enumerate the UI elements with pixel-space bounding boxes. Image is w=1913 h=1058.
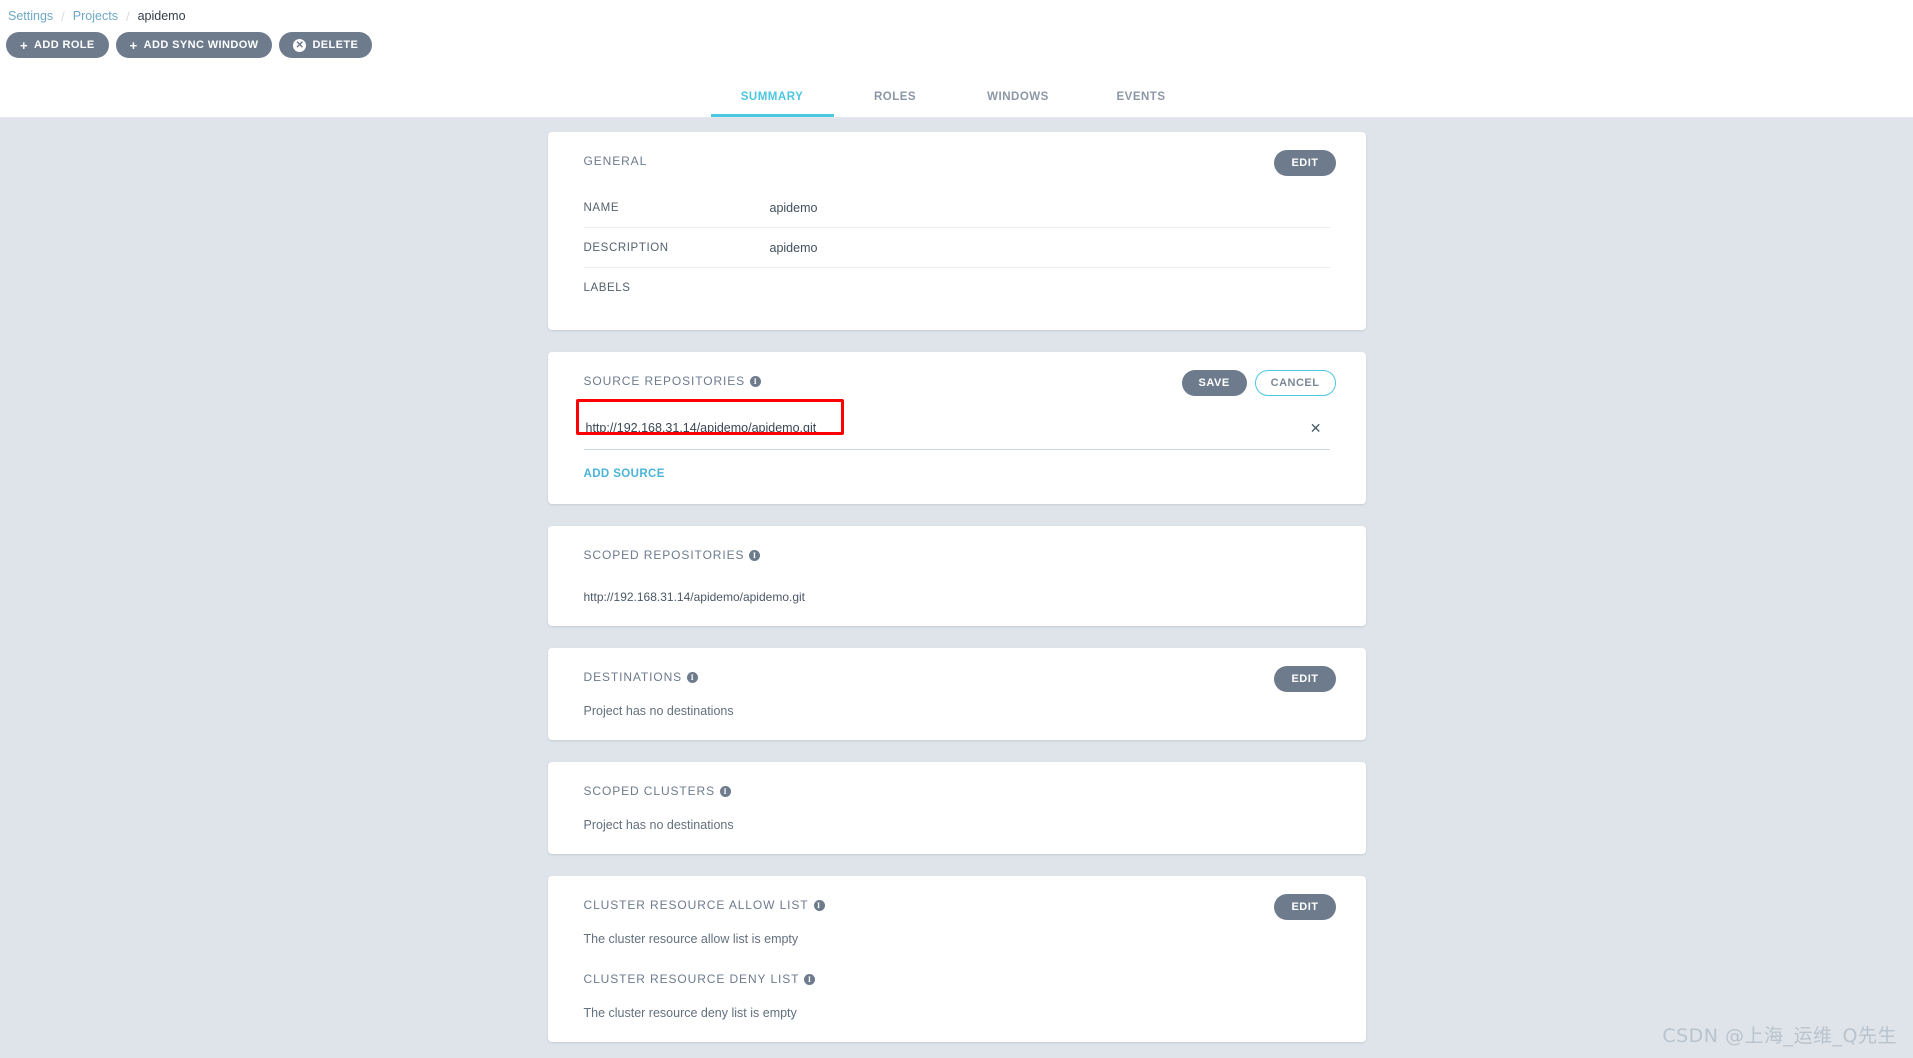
cluster-resource-allow-list-label: CLUSTER RESOURCE ALLOW LIST: [583, 898, 809, 912]
general-row-name-value: apidemo: [769, 200, 818, 215]
cluster-resource-allow-list-empty-text: The cluster resource allow list is empty: [583, 932, 799, 946]
scoped-clusters-card: SCOPED CLUSTERS i Project has no destina…: [547, 762, 1366, 854]
general-card: GENERAL EDIT NAME apidemo DESCRIPTION ap…: [547, 132, 1366, 330]
source-repository-row: ✕: [575, 399, 1330, 450]
scoped-clusters-title-label: SCOPED CLUSTERS: [583, 784, 716, 798]
info-icon[interactable]: i: [720, 785, 732, 797]
tab-events[interactable]: EVENTS: [1080, 81, 1203, 117]
destinations-card: DESTINATIONS i EDIT Project has no desti…: [547, 648, 1366, 740]
action-toolbar: + ADD ROLE + ADD SYNC WINDOW ✕ DELETE: [0, 26, 1913, 58]
breadcrumb-separator: /: [125, 8, 130, 24]
general-row-name-key: NAME: [583, 201, 620, 214]
general-card-title: GENERAL: [584, 154, 1330, 168]
cluster-resource-allow-list-title: CLUSTER RESOURCE ALLOW LIST i: [584, 898, 1330, 912]
general-row-labels-key: LABELS: [583, 282, 631, 294]
breadcrumb-item-settings[interactable]: Settings: [8, 9, 53, 23]
cluster-resource-deny-list-title: CLUSTER RESOURCE DENY LIST i: [584, 972, 1330, 986]
tab-summary[interactable]: SUMMARY: [710, 81, 834, 117]
source-repositories-actions: SAVE CANCEL: [1181, 370, 1336, 396]
add-role-button[interactable]: + ADD ROLE: [6, 32, 109, 58]
card-column: GENERAL EDIT NAME apidemo DESCRIPTION ap…: [547, 118, 1366, 1042]
source-repository-input[interactable]: [583, 420, 1224, 437]
info-icon[interactable]: i: [804, 973, 816, 985]
delete-button[interactable]: ✕ DELETE: [279, 32, 373, 58]
plus-icon: +: [20, 37, 28, 53]
general-title-label: GENERAL: [583, 154, 648, 168]
info-icon[interactable]: i: [687, 671, 699, 683]
general-row-name: NAME apidemo: [583, 188, 1330, 228]
add-sync-window-button[interactable]: + ADD SYNC WINDOW: [115, 32, 273, 58]
add-sync-window-label: ADD SYNC WINDOW: [143, 39, 259, 51]
general-edit-button[interactable]: EDIT: [1274, 150, 1336, 176]
tab-windows[interactable]: WINDOWS: [957, 81, 1080, 117]
top-header: Settings / Projects / apidemo + ADD ROLE…: [0, 0, 1913, 118]
general-row-labels: LABELS: [584, 268, 1330, 308]
general-rows: NAME apidemo DESCRIPTION apidemo LABELS: [583, 188, 1330, 308]
general-row-description-value: apidemo: [769, 240, 818, 255]
close-circle-icon: ✕: [293, 38, 307, 52]
scoped-clusters-card-title: SCOPED CLUSTERS i: [584, 784, 1330, 798]
cancel-button[interactable]: CANCEL: [1254, 370, 1336, 396]
info-icon[interactable]: i: [749, 549, 761, 561]
info-icon[interactable]: i: [750, 375, 762, 387]
cluster-resource-deny-list-empty-text: The cluster resource deny list is empty: [583, 1006, 797, 1020]
general-row-description: DESCRIPTION apidemo: [583, 228, 1330, 268]
breadcrumb-separator: /: [61, 8, 65, 24]
source-repositories-title-label: SOURCE REPOSITORIES: [583, 374, 746, 388]
destinations-card-title: DESTINATIONS i: [584, 670, 1330, 684]
destinations-edit-button[interactable]: EDIT: [1274, 666, 1336, 692]
add-role-label: ADD ROLE: [34, 39, 95, 51]
delete-label: DELETE: [312, 39, 359, 51]
tab-roles[interactable]: ROLES: [834, 81, 957, 117]
scoped-repositories-title-label: SCOPED REPOSITORIES: [583, 548, 745, 562]
scoped-repositories-card-title: SCOPED REPOSITORIES i: [584, 548, 1330, 562]
watermark: CSDN @上海_运维_Q先生: [1662, 1025, 1897, 1047]
remove-source-icon[interactable]: ✕: [1304, 420, 1328, 436]
cluster-resources-card: CLUSTER RESOURCE ALLOW LIST i EDIT The c…: [547, 876, 1366, 1042]
info-icon[interactable]: i: [813, 899, 825, 911]
source-repositories-card: SOURCE REPOSITORIES i SAVE CANCEL ✕ ADD …: [547, 352, 1366, 504]
cluster-resource-deny-list-label: CLUSTER RESOURCE DENY LIST: [583, 972, 800, 986]
tab-bar: SUMMARY ROLES WINDOWS EVENTS: [0, 81, 1913, 117]
breadcrumb-item-projects[interactable]: Projects: [73, 9, 118, 23]
destinations-title-label: DESTINATIONS: [583, 670, 683, 684]
add-source-link[interactable]: ADD SOURCE: [584, 468, 665, 480]
general-row-description-key: DESCRIPTION: [583, 241, 669, 254]
plus-icon: +: [129, 37, 138, 53]
destinations-empty-text: Project has no destinations: [583, 704, 734, 718]
breadcrumb: Settings / Projects / apidemo: [0, 0, 1913, 26]
scoped-repositories-card: SCOPED REPOSITORIES i http://192.168.31.…: [547, 526, 1366, 626]
scoped-clusters-empty-text: Project has no destinations: [583, 818, 734, 832]
save-button[interactable]: SAVE: [1181, 370, 1247, 396]
cluster-resources-edit-button[interactable]: EDIT: [1274, 894, 1336, 920]
breadcrumb-item-current: apidemo: [137, 9, 186, 23]
scoped-repositories-value: http://192.168.31.14/apidemo/apidemo.git: [583, 590, 806, 604]
page-body: GENERAL EDIT NAME apidemo DESCRIPTION ap…: [0, 118, 1913, 1058]
